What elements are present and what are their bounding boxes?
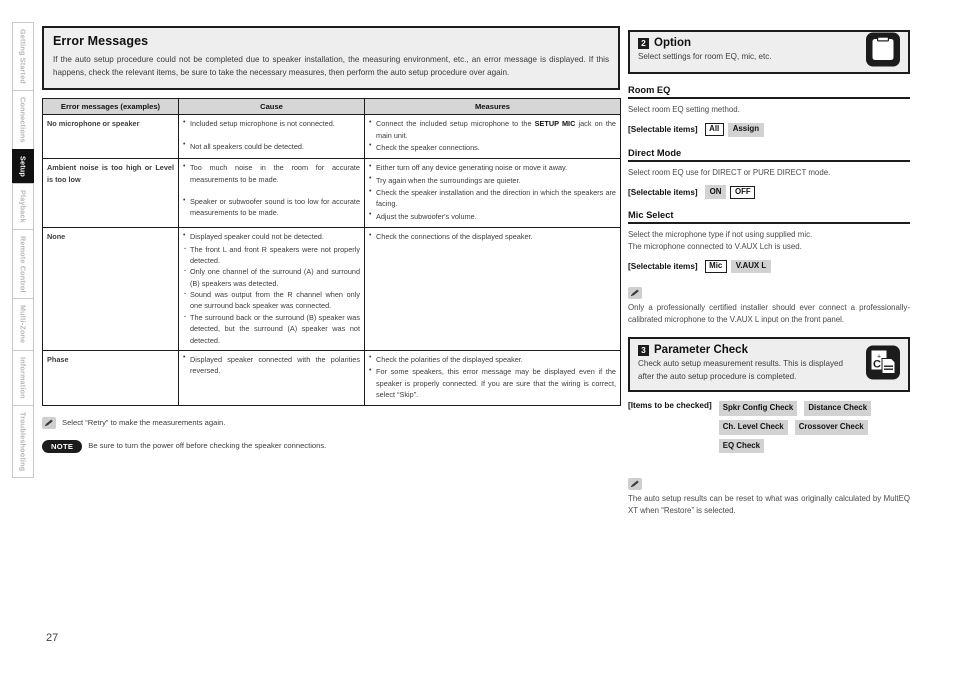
note-line: NOTE Be sure to turn the power off befor… — [42, 440, 620, 453]
check-item-crossover-check[interactable]: Crossover Check — [794, 419, 868, 435]
parameter-check-title-row: 3 Parameter Check — [638, 344, 900, 356]
pencil-icon — [628, 287, 642, 300]
right-content-column: 2 Option Select settings for room EQ, mi… — [628, 30, 910, 517]
selectable-items-label: [Selectable items] — [628, 187, 698, 197]
svg-text:C: C — [873, 358, 881, 370]
sidebar-item-getting-started[interactable]: Getting Started — [12, 22, 34, 90]
error-messages-title: Error Messages — [53, 34, 149, 48]
mic-select-tip: Only a professionally certified installe… — [628, 284, 910, 326]
parameter-check-subtitle: Check auto setup measurement results. Th… — [638, 359, 843, 381]
parameter-check-number-badge: 3 — [638, 344, 649, 356]
pencil-icon — [42, 417, 56, 430]
error-messages-table: Error messages (examples) Cause Measures… — [42, 98, 621, 407]
option-subtitle: Select settings for room EQ, mic, etc. — [638, 52, 772, 61]
option-title-row: 2 Option — [638, 37, 900, 49]
parameter-check-tip-text: The auto setup results can be reset to w… — [628, 494, 910, 516]
sidebar-item-connections[interactable]: Connections — [12, 89, 34, 149]
items-to-be-checked-row: [Items to be checked] Spkr Config Check D… — [628, 401, 910, 454]
sidebar-item-label: Multi-Zone — [18, 305, 28, 344]
cell-error-message: None — [42, 227, 179, 351]
sidebar-item-label: Connections — [18, 97, 28, 143]
sidebar-item-setup[interactable]: Setup — [12, 148, 34, 183]
sidebar-item-multi-zone[interactable]: Multi-Zone — [12, 298, 34, 350]
sidebar-item-label: Remote Control — [18, 235, 28, 293]
parameter-check-title: Parameter Check — [654, 344, 748, 357]
error-messages-callout: Error Messages If the auto setup procedu… — [42, 26, 620, 91]
report-check-icon: + C — [865, 344, 901, 385]
sidebar-item-troubleshooting[interactable]: Troubleshooting — [12, 404, 34, 478]
option-chip-assign[interactable]: Assign — [727, 122, 765, 137]
cell-error-message: Phase — [42, 349, 179, 407]
table-row: PhaseDisplayed speaker connected with th… — [42, 349, 621, 407]
table-header-row: Error messages (examples) Cause Measures — [42, 98, 621, 116]
option-section-direct-mode: Direct Mode Select room EQ use for DIRECT… — [628, 148, 910, 200]
option-number-badge: 2 — [638, 37, 649, 49]
cell-measures: Check the connections of the displayed s… — [364, 227, 621, 351]
sidebar-tab-rail: Getting Started Connections Setup Playback R… — [12, 22, 34, 478]
sidebar-item-remote-control[interactable]: Remote Control — [12, 228, 34, 299]
selectable-items-label: [Selectable items] — [628, 262, 698, 272]
cell-cause: Too much noise in the room for accurate … — [178, 158, 365, 229]
selectable-items-row-direct-mode: [Selectable items] ON OFF — [628, 185, 910, 200]
mic-select-tip-text: Only a professionally certified installe… — [628, 303, 910, 325]
pencil-icon — [628, 478, 642, 491]
sidebar-item-label: Information — [18, 356, 28, 399]
column-header-cause: Cause — [178, 98, 365, 116]
left-content-column: Error Messages If the auto setup procedu… — [42, 26, 621, 453]
sidebar-item-label: Setup — [18, 155, 28, 177]
cell-measures: Either turn off any device generating no… — [364, 158, 621, 229]
section-heading-direct-mode: Direct Mode — [628, 148, 910, 162]
retry-tip-line: Select “Retry” to make the measurements … — [42, 417, 620, 430]
option-section-room-eq: Room EQ Select room EQ setting method. [Se… — [628, 85, 910, 137]
retry-tip-text: Select “Retry” to make the measurements … — [62, 418, 226, 428]
option-chip-all[interactable]: All — [704, 123, 724, 137]
sidebar-item-label: Playback — [18, 189, 28, 223]
section-heading-mic-select: Mic Select — [628, 210, 910, 225]
section-description-room-eq: Select room EQ setting method. — [628, 105, 740, 114]
cell-error-message: No microphone or speaker — [42, 114, 179, 160]
option-title: Option — [654, 37, 692, 49]
cell-measures: Check the polarities of the displayed sp… — [364, 349, 621, 407]
clipboard-icon — [865, 32, 901, 73]
sidebar-item-label: Getting Started — [18, 29, 28, 84]
page-number: 27 — [46, 632, 59, 644]
column-header-measures: Measures — [364, 98, 621, 116]
column-header-message: Error messages (examples) — [42, 98, 179, 116]
parameter-check-tip: The auto setup results can be reset to w… — [628, 475, 910, 517]
error-messages-intro: If the auto setup procedure could not be… — [53, 55, 609, 78]
cell-cause: Displayed speaker connected with the pol… — [178, 349, 365, 407]
selectable-items-row-room-eq: [Selectable items] All Assign — [628, 122, 910, 137]
sidebar-item-information[interactable]: Information — [12, 349, 34, 405]
sidebar-item-playback[interactable]: Playback — [12, 182, 34, 229]
section-heading-room-eq: Room EQ — [628, 85, 910, 99]
items-to-be-checked-list: Spkr Config Check Distance Check Ch. Level… — [718, 401, 899, 454]
section-description-mic-select: Select the microphone type if not using … — [628, 230, 813, 251]
section-description-direct-mode: Select room EQ use for DIRECT or PURE DI… — [628, 167, 831, 177]
cell-measures: Connect the included setup microphone to… — [364, 114, 621, 160]
check-item-distance-check[interactable]: Distance Check — [804, 401, 872, 416]
note-badge: NOTE — [42, 440, 83, 453]
option-chip-on[interactable]: ON — [704, 185, 727, 200]
sidebar-item-label: Troubleshooting — [18, 411, 28, 471]
table-row: Ambient noise is too high or Level is to… — [42, 158, 621, 229]
cell-cause: Displayed speaker could not be detected.… — [178, 227, 365, 351]
check-item-spkr-config-check[interactable]: Spkr Config Check — [718, 401, 798, 416]
selectable-items-label: [Selectable items] — [628, 125, 698, 135]
check-item-ch-level-check[interactable]: Ch. Level Check — [718, 419, 788, 435]
cell-cause: Included setup microphone is not connect… — [178, 114, 365, 160]
option-section-mic-select: Mic Select Select the microphone type if … — [628, 210, 910, 274]
parameter-check-callout: 3 Parameter Check Check auto setup measu… — [628, 337, 910, 393]
check-item-eq-check[interactable]: EQ Check — [718, 438, 764, 454]
option-chip-mic[interactable]: Mic — [704, 260, 727, 273]
selectable-items-row-mic-select: [Selectable items] Mic V.AUX L — [628, 259, 910, 274]
option-callout: 2 Option Select settings for room EQ, mi… — [628, 30, 910, 74]
items-to-be-checked-label: [Items to be checked] — [628, 401, 712, 411]
note-text: Be sure to turn the power off before che… — [88, 441, 327, 451]
table-row: NoneDisplayed speaker could not be detec… — [42, 227, 621, 351]
table-row: No microphone or speakerIncluded setup m… — [42, 114, 621, 160]
option-chip-off[interactable]: OFF — [730, 185, 756, 199]
option-sections: Room EQ Select room EQ setting method. [Se… — [628, 85, 910, 274]
cell-error-message: Ambient noise is too high or Level is to… — [42, 158, 179, 229]
option-chip-v-aux-l[interactable]: V.AUX L — [730, 259, 772, 274]
